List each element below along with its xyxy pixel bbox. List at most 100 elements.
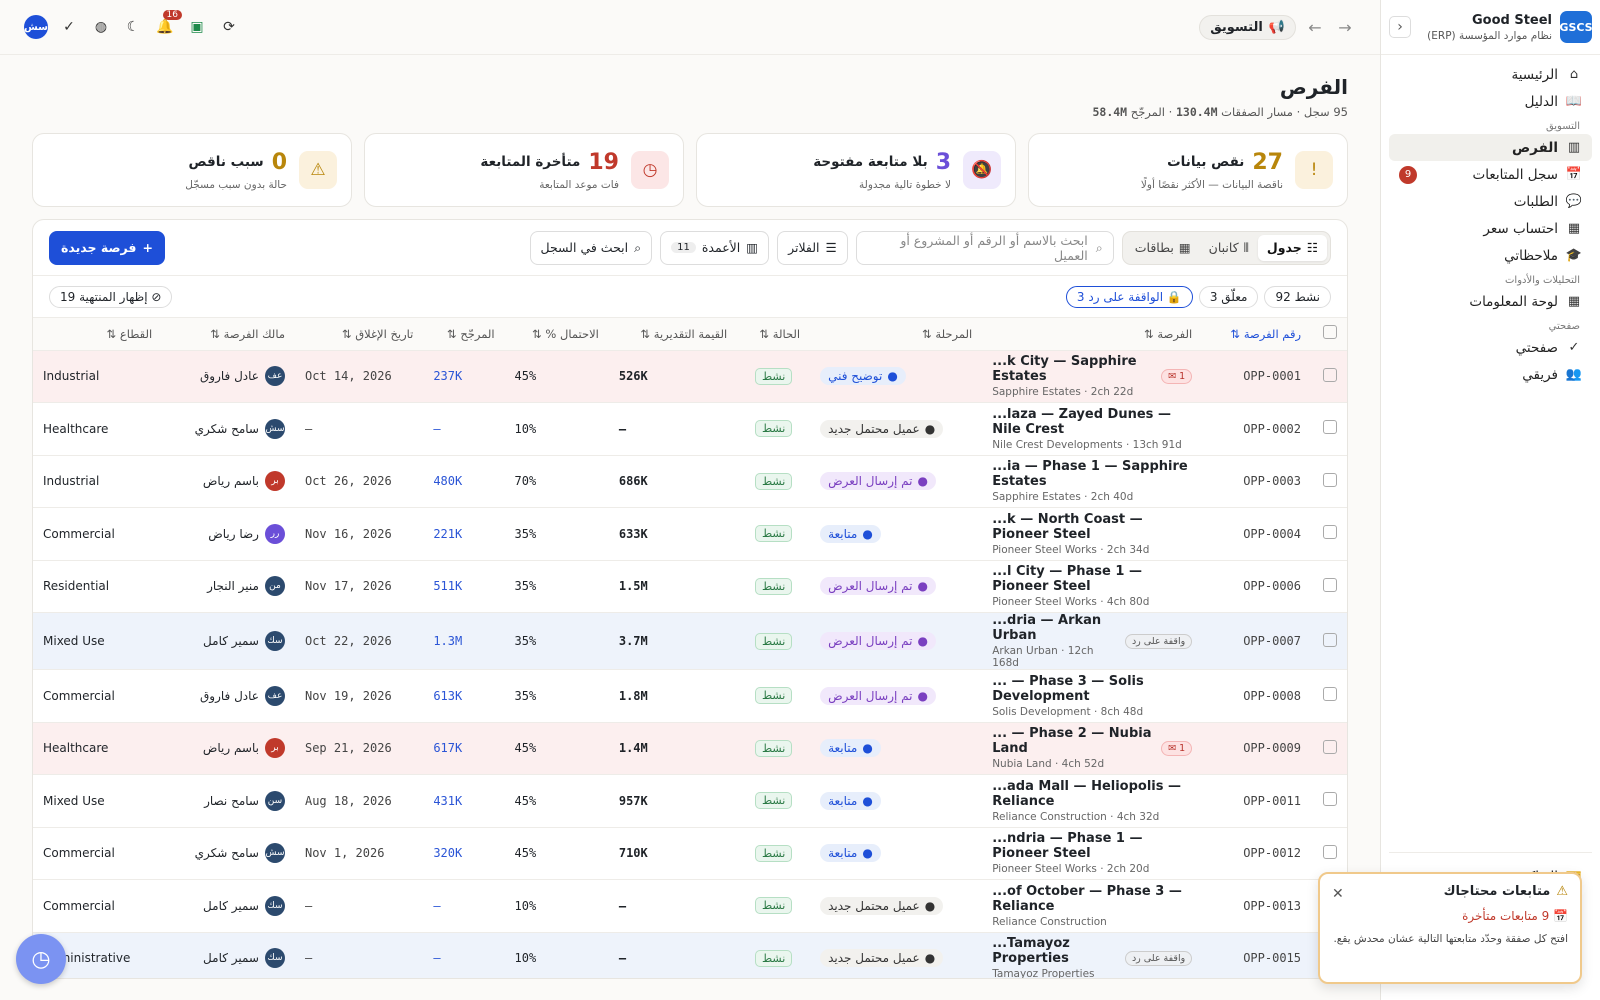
table-row[interactable]: OPP-0015 واقفة على رد ...Tamayoz Propertie… (33, 932, 1347, 978)
close-icon[interactable]: ✕ (1332, 886, 1344, 902)
opp-name[interactable]: ...ndria — Phase 1 — Pioneer Steel (992, 831, 1192, 861)
sidebar-item-items_top-1[interactable]: 📖 الدليل (1389, 88, 1592, 115)
owner[interactable]: باسم رياض بر (172, 738, 285, 759)
search-input[interactable]: ⌕ ابحث بالاسم أو الرقم أو المشروع أو الع… (855, 230, 1114, 265)
stage-badge[interactable]: ● تم إرسال العرض (820, 632, 936, 650)
table-row[interactable]: OPP-0008 ... — Phase 3 — Solis Developmen… (33, 669, 1347, 723)
select-all-checkbox[interactable] (1311, 318, 1347, 351)
opp-name[interactable]: ...k City — Sapphire Estates (992, 354, 1155, 384)
column-header[interactable]: القطاع ⇅ (33, 318, 163, 351)
opp-name[interactable]: ...Tamayoz Properties (992, 936, 1119, 966)
show-ended-toggle[interactable]: ⊘ إظهار المنتهية 19 (49, 285, 173, 308)
column-header[interactable]: مالك الفرصة ⇅ (162, 318, 295, 351)
row-checkbox[interactable] (1311, 350, 1347, 403)
opp-id[interactable]: OPP-0009 (1202, 722, 1311, 775)
owner[interactable]: سمير كامل سك (172, 631, 285, 651)
chip-closed[interactable]: معلّق 3 (1198, 285, 1259, 308)
table-row[interactable]: OPP-0012 ...ndria — Phase 1 — Pioneer Ste… (33, 827, 1347, 880)
opp-name[interactable]: ... — Phase 3 — Solis Development (992, 674, 1192, 704)
sidebar-item-items_marketing-1[interactable]: 📅 سجل المتابعات 9 (1389, 161, 1592, 188)
chip-awaiting-reply[interactable]: 🔒 الواقفة على رد 3 (1065, 285, 1193, 308)
table-row[interactable]: OPP-0009 1 ✉ ... — Phase 2 — Nubia Land Nub… (33, 722, 1347, 775)
column-header[interactable]: المرجّح ⇅ (423, 318, 505, 351)
table-row[interactable]: OPP-0003 ...ia — Phase 1 — Sapphire Estat… (33, 455, 1347, 508)
opp-id[interactable]: OPP-0001 (1202, 350, 1311, 403)
filters-button[interactable]: ☰ الفلاتر (777, 230, 848, 265)
opp-name[interactable]: ...of October — Phase 3 — Reliance (992, 884, 1192, 914)
opp-id[interactable]: OPP-0015 (1202, 932, 1311, 978)
opp-name[interactable]: ... — Phase 2 — Nubia Land (992, 726, 1155, 756)
opp-id[interactable]: OPP-0007 (1202, 612, 1311, 670)
chip-active[interactable]: نشط 92 (1264, 285, 1331, 308)
owner[interactable]: سامح نصار سن (172, 790, 285, 811)
opp-id[interactable]: OPP-0011 (1202, 774, 1311, 828)
language-icon[interactable]: ◍ (90, 16, 112, 38)
row-checkbox[interactable] (1311, 402, 1347, 456)
sidebar-item-items_mypage-0[interactable]: ✓ صفحتي (1389, 334, 1592, 361)
sidebar-item-items_marketing-3[interactable]: ▦ احتساب سعر (1389, 215, 1592, 242)
stage-badge[interactable]: ● توضيح فني (820, 367, 906, 386)
stage-badge[interactable]: ● تم إرسال العرض (820, 577, 936, 596)
row-checkbox[interactable] (1311, 560, 1347, 613)
kpi-card[interactable]: ◷ 19 متأخرة المتابعة فات موعد المتابعة (364, 133, 684, 207)
owner[interactable]: سمير كامل سك (172, 895, 285, 916)
sidebar-item-items_mypage-1[interactable]: 👥 فريقي (1389, 361, 1592, 388)
table-row[interactable]: OPP-0007 واقفة على رد ...dria — Arkan Urba… (33, 612, 1347, 670)
clock-fab-button[interactable]: ◷ (16, 934, 66, 984)
owner[interactable]: عادل فاروق عف (172, 366, 285, 387)
sidebar-item-items_analytics-0[interactable]: ▦ لوحة المعلومات (1389, 288, 1592, 315)
table-row[interactable]: OPP-0006 ...l City — Phase 1 — Pioneer St… (33, 560, 1347, 613)
kpi-card[interactable]: 🔕 3 بلا متابعة مفتوحة لا خطوة تالية مجدولة (696, 133, 1016, 207)
opp-name[interactable]: ...laza — Zayed Dunes — Nile Crest (992, 407, 1192, 437)
stage-badge[interactable]: ● متابعة (820, 791, 881, 810)
column-header[interactable]: المرحلة ⇅ (810, 318, 983, 351)
opp-id[interactable]: OPP-0006 (1202, 560, 1311, 613)
check-circle-icon[interactable]: ✓ (58, 16, 80, 38)
owner[interactable]: منير النجار من (172, 576, 285, 597)
row-checkbox[interactable] (1311, 507, 1347, 561)
view-table-tab[interactable]: ☷ جدول (1257, 234, 1327, 261)
user-avatar[interactable]: سش (24, 15, 48, 39)
table-row[interactable]: OPP-0002 ...laza — Zayed Dunes — Nile Cre… (33, 402, 1347, 456)
opp-id[interactable]: OPP-0013 (1202, 879, 1311, 933)
owner[interactable]: عادل فاروق عف (172, 685, 285, 706)
sidebar-item-items_top-0[interactable]: ⌂ الرئيسية (1389, 61, 1592, 88)
owner[interactable]: باسم رياض بر (172, 471, 285, 492)
opp-id[interactable]: OPP-0003 (1202, 455, 1311, 508)
view-cards-tab[interactable]: ▦ بطاقات (1126, 235, 1200, 261)
back-icon[interactable]: ← (1304, 18, 1326, 37)
column-header[interactable]: القيمة التقديرية ⇅ (608, 318, 738, 351)
column-header[interactable]: الحالة ⇅ (737, 318, 811, 351)
table-row[interactable]: OPP-0013 ...of October — Phase 3 — Relian… (33, 879, 1347, 933)
opp-name[interactable]: ...dria — Arkan Urban (992, 613, 1119, 643)
row-checkbox[interactable] (1311, 669, 1347, 723)
column-header[interactable]: الفرصة ⇅ (982, 318, 1203, 351)
table-row[interactable]: OPP-0004 ...k — North Coast — Pioneer Ste… (33, 507, 1347, 561)
stage-badge[interactable]: ● متابعة (820, 524, 881, 543)
spreadsheet-icon[interactable]: ▣ (186, 16, 208, 38)
column-header[interactable]: رقم الفرصة ⇅ (1202, 318, 1311, 351)
stage-badge[interactable]: ● عميل محتمل جديد (820, 949, 944, 968)
owner[interactable]: سامح شكري سش (172, 843, 285, 864)
notification-icon[interactable]: 🔔 16 (154, 10, 182, 38)
column-header[interactable]: تاريخ الإغلاق ⇅ (294, 318, 424, 351)
stage-badge[interactable]: ● متابعة (820, 739, 881, 758)
forward-icon[interactable]: → (1334, 18, 1356, 37)
owner[interactable]: سامح شكري سش (172, 418, 285, 439)
row-checkbox[interactable] (1311, 455, 1347, 508)
collapse-sidebar-button[interactable]: ‹ (1389, 16, 1411, 38)
kpi-card[interactable]: ! 27 نقص بيانات ناقصة البيانات — الأكثر نقص… (1028, 133, 1348, 207)
opp-name[interactable]: ...ia — Phase 1 — Sapphire Estates (992, 459, 1192, 489)
log-search-button[interactable]: ⌕ ابحث في السجل (529, 230, 653, 265)
stage-badge[interactable]: ● عميل محتمل جديد (820, 896, 944, 915)
column-header[interactable]: الاحتمال % ⇅ (504, 318, 609, 351)
row-checkbox[interactable] (1311, 774, 1347, 828)
sidebar-item-items_marketing-4[interactable]: 🎓 ملاحظاتي (1389, 242, 1592, 269)
new-opportunity-button[interactable]: + فرصة جديدة (49, 230, 165, 265)
refresh-icon[interactable]: ⟳ (218, 16, 240, 38)
sidebar-item-items_marketing-0[interactable]: ▥ الفرص (1389, 134, 1592, 161)
stage-badge[interactable]: ● متابعة (820, 844, 881, 863)
table-row[interactable]: OPP-0001 1 ✉ ...k City — Sapphire Estates S… (33, 350, 1347, 403)
opp-id[interactable]: OPP-0004 (1202, 507, 1311, 561)
breadcrumb[interactable]: 📢 التسويق (1199, 14, 1296, 40)
